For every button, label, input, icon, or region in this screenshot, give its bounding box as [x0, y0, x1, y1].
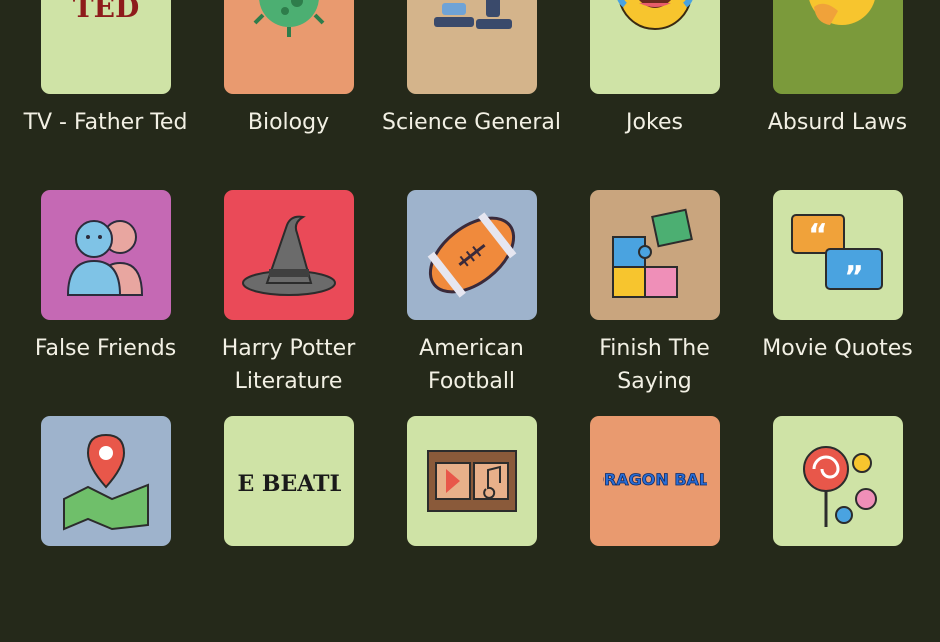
category-icon-box[interactable]: DRAGON BALL — [589, 416, 720, 546]
category-label: Jokes — [626, 110, 683, 135]
category-tile-beatles[interactable]: THE BEATLES — [197, 416, 380, 642]
category-icon-box[interactable] — [406, 416, 537, 546]
category-label: Science General — [382, 110, 561, 135]
category-icon-box[interactable] — [406, 0, 537, 94]
category-icon-box[interactable] — [589, 190, 720, 320]
category-tile-maps[interactable] — [14, 416, 197, 642]
svg-text:”: ” — [844, 260, 864, 295]
category-label: American Football — [419, 336, 524, 394]
category-tile-american-football[interactable]: American Football — [380, 190, 563, 416]
category-icon-box[interactable] — [772, 0, 903, 94]
microscope-icon — [433, 0, 512, 29]
speech-bubbles-icon: “ ” — [790, 214, 883, 295]
category-tile-jokes[interactable]: Jokes — [563, 0, 746, 190]
category-tile-science-general[interactable]: Science General — [380, 0, 563, 190]
laughing-emoji-icon — [617, 0, 692, 30]
category-icon-box[interactable] — [589, 0, 720, 94]
svg-text:DRAGON BALL: DRAGON BALL — [603, 470, 707, 489]
two-people-icon — [66, 220, 143, 296]
thinking-emoji-icon — [808, 0, 875, 25]
category-icon-box[interactable]: TED — [40, 0, 171, 94]
category-tile-dragon-ball[interactable]: DRAGON BALL — [563, 416, 746, 642]
category-icon-box[interactable] — [40, 416, 171, 546]
dragon-ball-logo-icon: DRAGON BALL — [603, 470, 707, 490]
category-tile-false-friends[interactable]: False Friends — [14, 190, 197, 416]
category-tile-candy[interactable] — [746, 416, 929, 642]
svg-text:“: “ — [808, 218, 828, 253]
candy-icon — [802, 446, 877, 527]
map-pin-icon — [62, 433, 149, 531]
svg-text:TED: TED — [72, 0, 138, 24]
category-tile-father-ted[interactable]: TED TV - Father Ted — [14, 0, 197, 190]
category-tile-music-film[interactable] — [380, 416, 563, 642]
category-icon-box[interactable] — [223, 0, 354, 94]
category-icon-box[interactable] — [223, 190, 354, 320]
category-label: Absurd Laws — [767, 110, 908, 135]
category-label: False Friends — [34, 336, 177, 361]
football-icon — [427, 212, 516, 298]
category-icon-box[interactable] — [406, 190, 537, 320]
puzzle-icon — [611, 208, 693, 298]
category-tile-movie-quotes[interactable]: “ ” Movie Quotes — [746, 190, 929, 416]
father-ted-logo-icon: TED — [72, 0, 138, 24]
virus-icon — [253, 0, 324, 37]
beatles-logo-icon: THE BEATLES — [237, 471, 341, 497]
category-label: Movie Quotes — [762, 336, 913, 361]
category-label: Harry Potter Literature — [221, 336, 356, 394]
category-icon-box[interactable]: THE BEATLES — [223, 416, 354, 546]
film-strip-icon — [426, 450, 517, 512]
wizard-hat-icon — [241, 215, 336, 296]
category-icon-box[interactable] — [40, 190, 171, 320]
category-tile-biology[interactable]: Biology — [197, 0, 380, 190]
category-icon-box[interactable] — [772, 416, 903, 546]
category-tile-finish-the-saying[interactable]: Finish The Saying — [563, 190, 746, 416]
category-tile-harry-potter[interactable]: Harry Potter Literature — [197, 190, 380, 416]
svg-text:THE BEATLES: THE BEATLES — [237, 471, 341, 497]
category-icon-box[interactable]: “ ” — [772, 190, 903, 320]
category-label: TV - Father Ted — [23, 110, 188, 135]
category-tile-absurd-laws[interactable]: Absurd Laws — [746, 0, 929, 190]
category-label: Finish The Saying — [599, 336, 710, 394]
category-grid: TED TV - Father Ted Biology Science Gene… — [0, 0, 940, 642]
category-label: Biology — [247, 110, 330, 135]
